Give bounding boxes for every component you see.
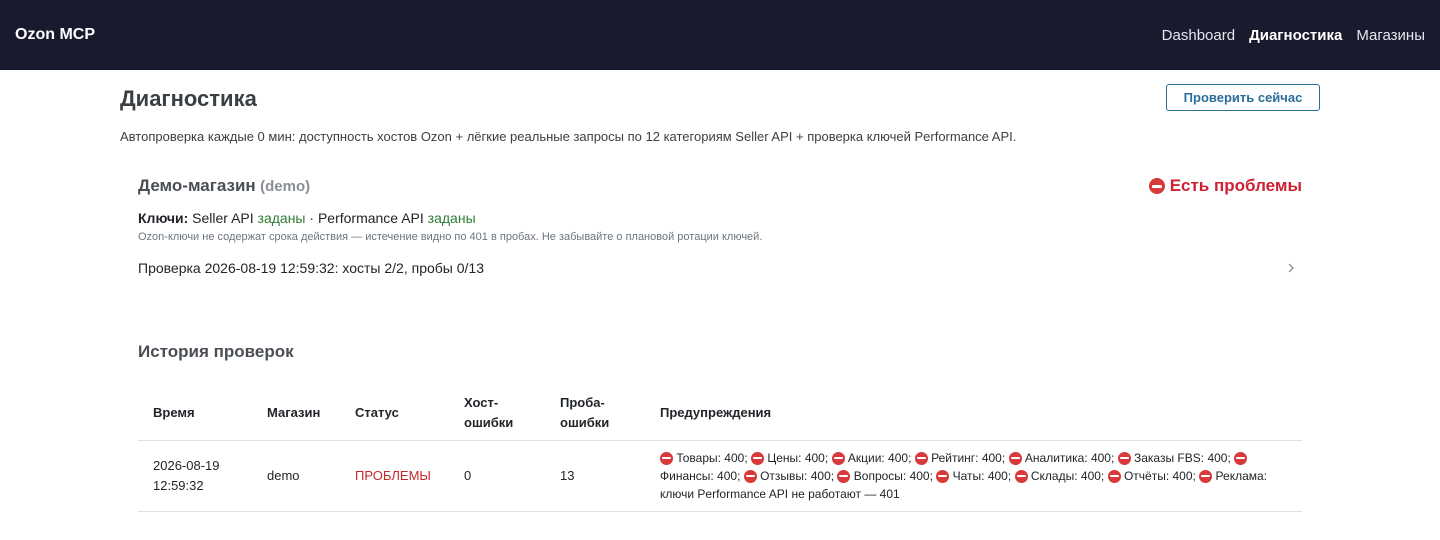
shop-card-header: Демо-магазин (demo) Есть проблемы (138, 174, 1302, 198)
warning-item: Заказы FBS: 400; (1134, 450, 1231, 465)
no-entry-icon (936, 469, 950, 483)
navbar: Ozon MCP Dashboard Диагностика Магазины (0, 0, 1440, 70)
warning-item: Цены: 400; (767, 450, 829, 465)
nav-links: Dashboard Диагностика Магазины (1162, 27, 1425, 44)
col-probe-errors-line1: Проба- (560, 394, 605, 410)
no-entry-icon (914, 451, 928, 465)
col-time: Время (138, 386, 252, 441)
no-entry-icon (1117, 451, 1131, 465)
brand-logo[interactable]: Ozon MCP (15, 26, 95, 44)
cell-status: ПРОБЛЕМЫ (340, 440, 449, 512)
no-entry-icon (743, 469, 757, 483)
keys-label: Ключи: (138, 210, 189, 226)
col-host-errors: Хост-ошибки (449, 386, 545, 441)
history-header-row: Время Магазин Статус Хост-ошибки Проба-о… (138, 386, 1302, 441)
warning-item: Отчёты: 400; (1123, 468, 1196, 483)
col-probe-errors-line2: ошибки (560, 414, 610, 430)
cell-host-errors: 0 (449, 440, 545, 512)
keys-status: Ключи: Seller API заданы · Performance A… (138, 210, 1302, 226)
cell-probe-errors: 13 (545, 440, 645, 512)
no-entry-icon (1234, 451, 1248, 465)
history-table: Время Магазин Статус Хост-ошибки Проба-о… (138, 386, 1302, 512)
table-row: 2026-08-19 12:59:32 demo ПРОБЛЕМЫ 0 13 То… (138, 440, 1302, 512)
shop-card: Демо-магазин (demo) Есть проблемы Ключи:… (138, 174, 1302, 278)
col-warnings: Предупреждения (645, 386, 1302, 441)
nav-link-dashboard[interactable]: Dashboard (1162, 27, 1235, 44)
cell-time: 2026-08-19 12:59:32 (138, 440, 252, 512)
no-entry-icon (837, 469, 851, 483)
warning-item: Аналитика: 400; (1024, 450, 1115, 465)
history-section: История проверок Время Магазин Статус Хо… (138, 342, 1302, 512)
check-summary-row[interactable]: Проверка 2026-08-19 12:59:32: хосты 2/2,… (138, 258, 1302, 278)
col-host-errors-line1: Хост- (464, 394, 499, 410)
keys-note: Ozon-ключи не содержат срока действия — … (138, 231, 763, 243)
no-entry-icon (831, 451, 845, 465)
check-now-button[interactable]: Проверить сейчас (1166, 84, 1320, 111)
shop-status-label: Есть проблемы (1169, 176, 1302, 195)
keys-separator: · (309, 210, 315, 226)
performance-api-label: Performance API (317, 210, 424, 226)
page-title: Диагностика (120, 86, 257, 111)
col-shop: Магазин (252, 386, 340, 441)
col-host-errors-line2: ошибки (464, 414, 514, 430)
cell-time-clock: 12:59:32 (153, 477, 204, 493)
cell-warnings: Товары: 400; Цены: 400; Акции: 400; Рейт… (645, 440, 1302, 512)
no-entry-icon (1107, 469, 1121, 483)
col-probe-errors: Проба-ошибки (545, 386, 645, 441)
warning-item: Вопросы: 400; (853, 468, 933, 483)
warning-item: Товары: 400; (676, 450, 748, 465)
warning-item: Акции: 400; (847, 450, 912, 465)
history-title: История проверок (138, 342, 294, 361)
check-summary: Проверка 2026-08-19 12:59:32: хосты 2/2,… (138, 260, 484, 276)
shop-name: Демо-магазин (138, 176, 256, 195)
nav-link-shops[interactable]: Магазины (1356, 27, 1425, 44)
warning-item: Финансы: 400; (660, 468, 741, 483)
page-description: Автопроверка каждые 0 мин: доступность х… (120, 129, 1017, 144)
no-entry-icon (1008, 451, 1022, 465)
page-header: Диагностика Проверить сейчас (120, 70, 1320, 126)
warning-item: Отзывы: 400; (760, 468, 835, 483)
warning-item: Чаты: 400; (952, 468, 1012, 483)
performance-api-state: заданы (427, 210, 476, 226)
nav-link-diagnostics[interactable]: Диагностика (1249, 27, 1342, 44)
no-entry-icon (660, 451, 673, 465)
warning-item: Рейтинг: 400; (931, 450, 1006, 465)
no-entry-icon (1199, 469, 1213, 483)
shop-id: (demo) (260, 178, 311, 195)
seller-api-state: заданы (257, 210, 306, 226)
shop-status: Есть проблемы (1148, 176, 1302, 196)
cell-shop: demo (252, 440, 340, 512)
no-entry-icon (751, 451, 764, 465)
seller-api-label: Seller API (192, 210, 254, 226)
no-entry-icon (1148, 178, 1165, 194)
shop-title: Демо-магазин (demo) (138, 176, 310, 196)
no-entry-icon (1014, 469, 1028, 483)
cell-time-date: 2026-08-19 (153, 457, 220, 473)
main-content: Диагностика Проверить сейчас Автопроверк… (120, 70, 1320, 512)
warning-item: Склады: 400; (1030, 468, 1105, 483)
chevron-right-icon[interactable] (1286, 263, 1296, 273)
col-status: Статус (340, 386, 449, 441)
